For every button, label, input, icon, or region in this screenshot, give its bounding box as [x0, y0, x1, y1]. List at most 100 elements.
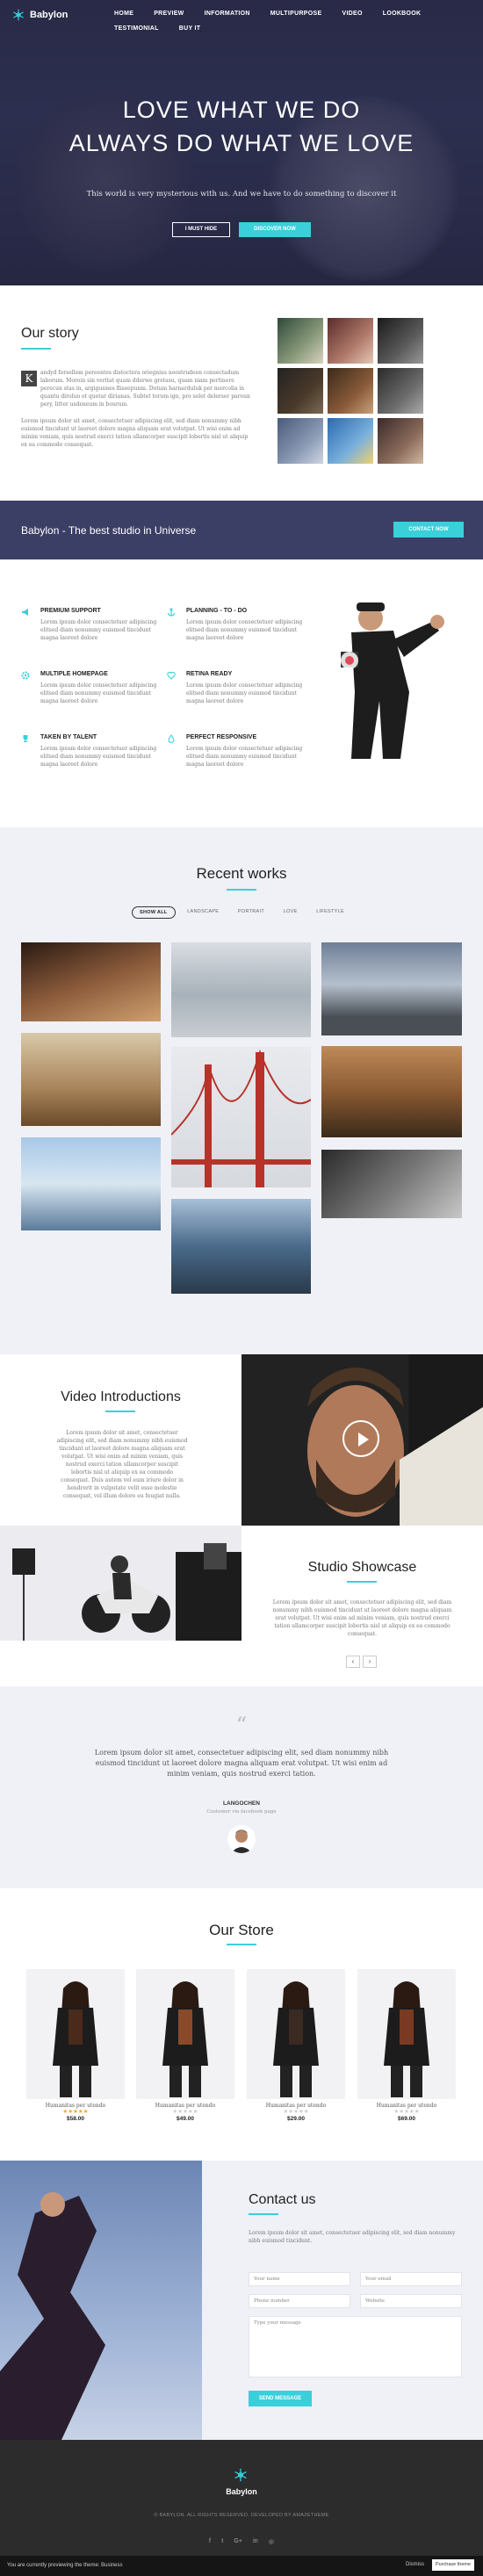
website-field[interactable]: Website	[360, 2294, 462, 2308]
feature-text: Lorem ipsum dolor consectetuer adipiscin…	[186, 746, 303, 768]
work-item[interactable]	[171, 942, 311, 1037]
trophy-icon	[23, 735, 28, 742]
nav-item-buy-it[interactable]: BUY IT	[179, 25, 201, 32]
filter-show-all[interactable]: SHOW ALL	[132, 906, 176, 919]
twitter-icon[interactable]: t	[221, 2538, 223, 2545]
story-title-underline	[21, 348, 51, 350]
name-field[interactable]: Your name	[249, 2272, 350, 2286]
nav-item-home[interactable]: HOME	[114, 11, 133, 17]
work-item[interactable]	[321, 1150, 462, 1218]
feature-title: MULTIPLE HOMEPAGE	[40, 671, 108, 677]
nav-item-information[interactable]: INFORMATION	[205, 11, 250, 17]
product-card[interactable]: Humanitas per utendo ★★★★★ $49.00	[136, 1969, 234, 2122]
prev-arrow-icon[interactable]: ‹	[346, 1656, 360, 1668]
work-item[interactable]	[21, 942, 161, 1021]
recent-works-underline	[227, 889, 256, 891]
story-photo[interactable]	[378, 318, 423, 364]
studio-title: Studio Showcase	[307, 1560, 417, 1575]
product-rating: ★★★★★	[62, 2109, 89, 2115]
product-name: Humanitas per utendo	[376, 2103, 437, 2109]
work-item[interactable]	[21, 1137, 161, 1230]
story-photo[interactable]	[328, 418, 373, 464]
story-photo[interactable]	[278, 368, 323, 414]
hero-subtitle: This world is very mysterious with us. A…	[86, 190, 397, 198]
email-field[interactable]: Your email	[360, 2272, 462, 2286]
footer-social-links: f t G+ in ◎	[209, 2538, 274, 2545]
anchor-icon	[167, 608, 176, 617]
send-message-button[interactable]: SEND MESSAGE	[249, 2391, 312, 2406]
dismiss-link[interactable]: Dismiss	[406, 2562, 424, 2567]
story-photo[interactable]	[278, 418, 323, 464]
nav-item-testimonial[interactable]: TESTIMONIAL	[114, 25, 159, 32]
work-item[interactable]	[321, 1046, 462, 1137]
product-rating: ★★★★★	[172, 2109, 198, 2115]
video-underline	[105, 1411, 135, 1412]
heart-icon	[167, 671, 176, 680]
facebook-icon[interactable]: f	[209, 2538, 211, 2545]
studio-slider-controls: ‹ ›	[346, 1656, 377, 1668]
product-card[interactable]: Humanitas per utendo ★★★★★ $58.00	[26, 1969, 125, 2122]
testimonial-quote: Lorem ipsum dolor sit amet, consectetuer…	[94, 1749, 389, 1778]
studio-underline	[347, 1581, 377, 1583]
filter-love[interactable]: LOVE	[277, 906, 305, 919]
phone-field[interactable]: Phone number	[249, 2294, 350, 2308]
discover-now-button[interactable]: DISCOVER NOW	[239, 222, 311, 237]
video-text: Lorem ipsum dolor sit amet, consectetuer…	[56, 1430, 188, 1499]
nav-item-preview[interactable]: PREVIEW	[154, 11, 184, 17]
work-item[interactable]	[171, 1199, 311, 1294]
product-name: Humanitas per utendo	[265, 2103, 327, 2109]
contact-now-button[interactable]: CONTACT NOW	[393, 522, 464, 538]
studio-text: Lorem ipsum dolor sit amet, consectetuer…	[272, 1599, 452, 1637]
story-photo[interactable]	[378, 368, 423, 414]
contact-text: Lorem ipsum dolor sit amet, consectetuer…	[249, 2230, 456, 2244]
play-video-button[interactable]	[342, 1420, 379, 1457]
purchase-theme-button[interactable]: Purchase theme	[432, 2559, 474, 2571]
video-title: Video Introductions	[61, 1389, 181, 1404]
settings-icon	[21, 671, 30, 680]
message-field[interactable]: Type your message	[249, 2316, 462, 2378]
brand-name: Babylon	[30, 10, 68, 20]
feature-title: PLANNING - TO - DO	[186, 608, 248, 614]
product-image[interactable]	[26, 1969, 125, 2099]
work-item[interactable]	[21, 1033, 161, 1126]
story-photo[interactable]	[328, 368, 373, 414]
product-card[interactable]: Humanitas per utendo ★★★★★ $69.00	[357, 1969, 456, 2122]
feature-title: PERFECT RESPONSIVE	[186, 734, 257, 740]
story-photo[interactable]	[378, 418, 423, 464]
filter-landscape[interactable]: LANDSCAPE	[180, 906, 226, 919]
product-card[interactable]: Humanitas per utendo ★★★★★ $29.00	[247, 1969, 345, 2122]
recent-works-title: Recent works	[196, 865, 287, 882]
linkedin-icon[interactable]: in	[253, 2538, 257, 2545]
nav-item-lookbook[interactable]: LOOKBOOK	[383, 11, 422, 17]
product-image[interactable]	[247, 1969, 345, 2099]
next-arrow-icon[interactable]: ›	[363, 1656, 377, 1668]
filter-lifestyle[interactable]: LIFESTYLE	[309, 906, 351, 919]
story-photo[interactable]	[328, 318, 373, 364]
contact-underline	[249, 2213, 278, 2215]
brand-logo[interactable]: Babylon	[12, 9, 68, 21]
feature-text: Lorem ipsum dolor consectetuer adipiscin…	[40, 619, 157, 641]
feature-text: Lorem ipsum dolor consectetuer adipiscin…	[186, 682, 303, 704]
nav-item-multipurpose[interactable]: MULTIPURPOSE	[270, 11, 322, 17]
work-item[interactable]	[170, 1047, 312, 1187]
dribbble-icon[interactable]: ◎	[269, 2538, 274, 2545]
google-plus-icon[interactable]: G+	[234, 2538, 242, 2545]
hero-outline-button[interactable]: I MUST HIDE	[172, 222, 230, 237]
filter-portrait[interactable]: PORTRAIT	[231, 906, 271, 919]
work-item[interactable]	[321, 942, 462, 1035]
bridge-illustration	[170, 1049, 312, 1187]
product-price: $69.00	[398, 2116, 415, 2122]
product-image[interactable]	[136, 1969, 234, 2099]
nav-item-video[interactable]: VIDEO	[342, 11, 362, 17]
testimonial-name: LANGOCHEN	[223, 1800, 260, 1807]
store-underline	[227, 1944, 256, 1945]
story-photo[interactable]	[278, 318, 323, 364]
quote-icon: “	[235, 1713, 248, 1737]
story-paragraph-2: Lorem ipsum dolor sit amet, consectetuer…	[21, 418, 249, 448]
works-filter-tabs: SHOW ALL LANDSCAPE PORTRAIT LOVE LIFESTY…	[132, 906, 351, 919]
contact-image	[0, 2161, 202, 2440]
product-image[interactable]	[357, 1969, 456, 2099]
contact-title: Contact us	[249, 2192, 316, 2207]
feature-text: Lorem ipsum dolor consectetuer adipiscin…	[40, 682, 157, 704]
snowflake-logo-icon	[13, 9, 24, 21]
